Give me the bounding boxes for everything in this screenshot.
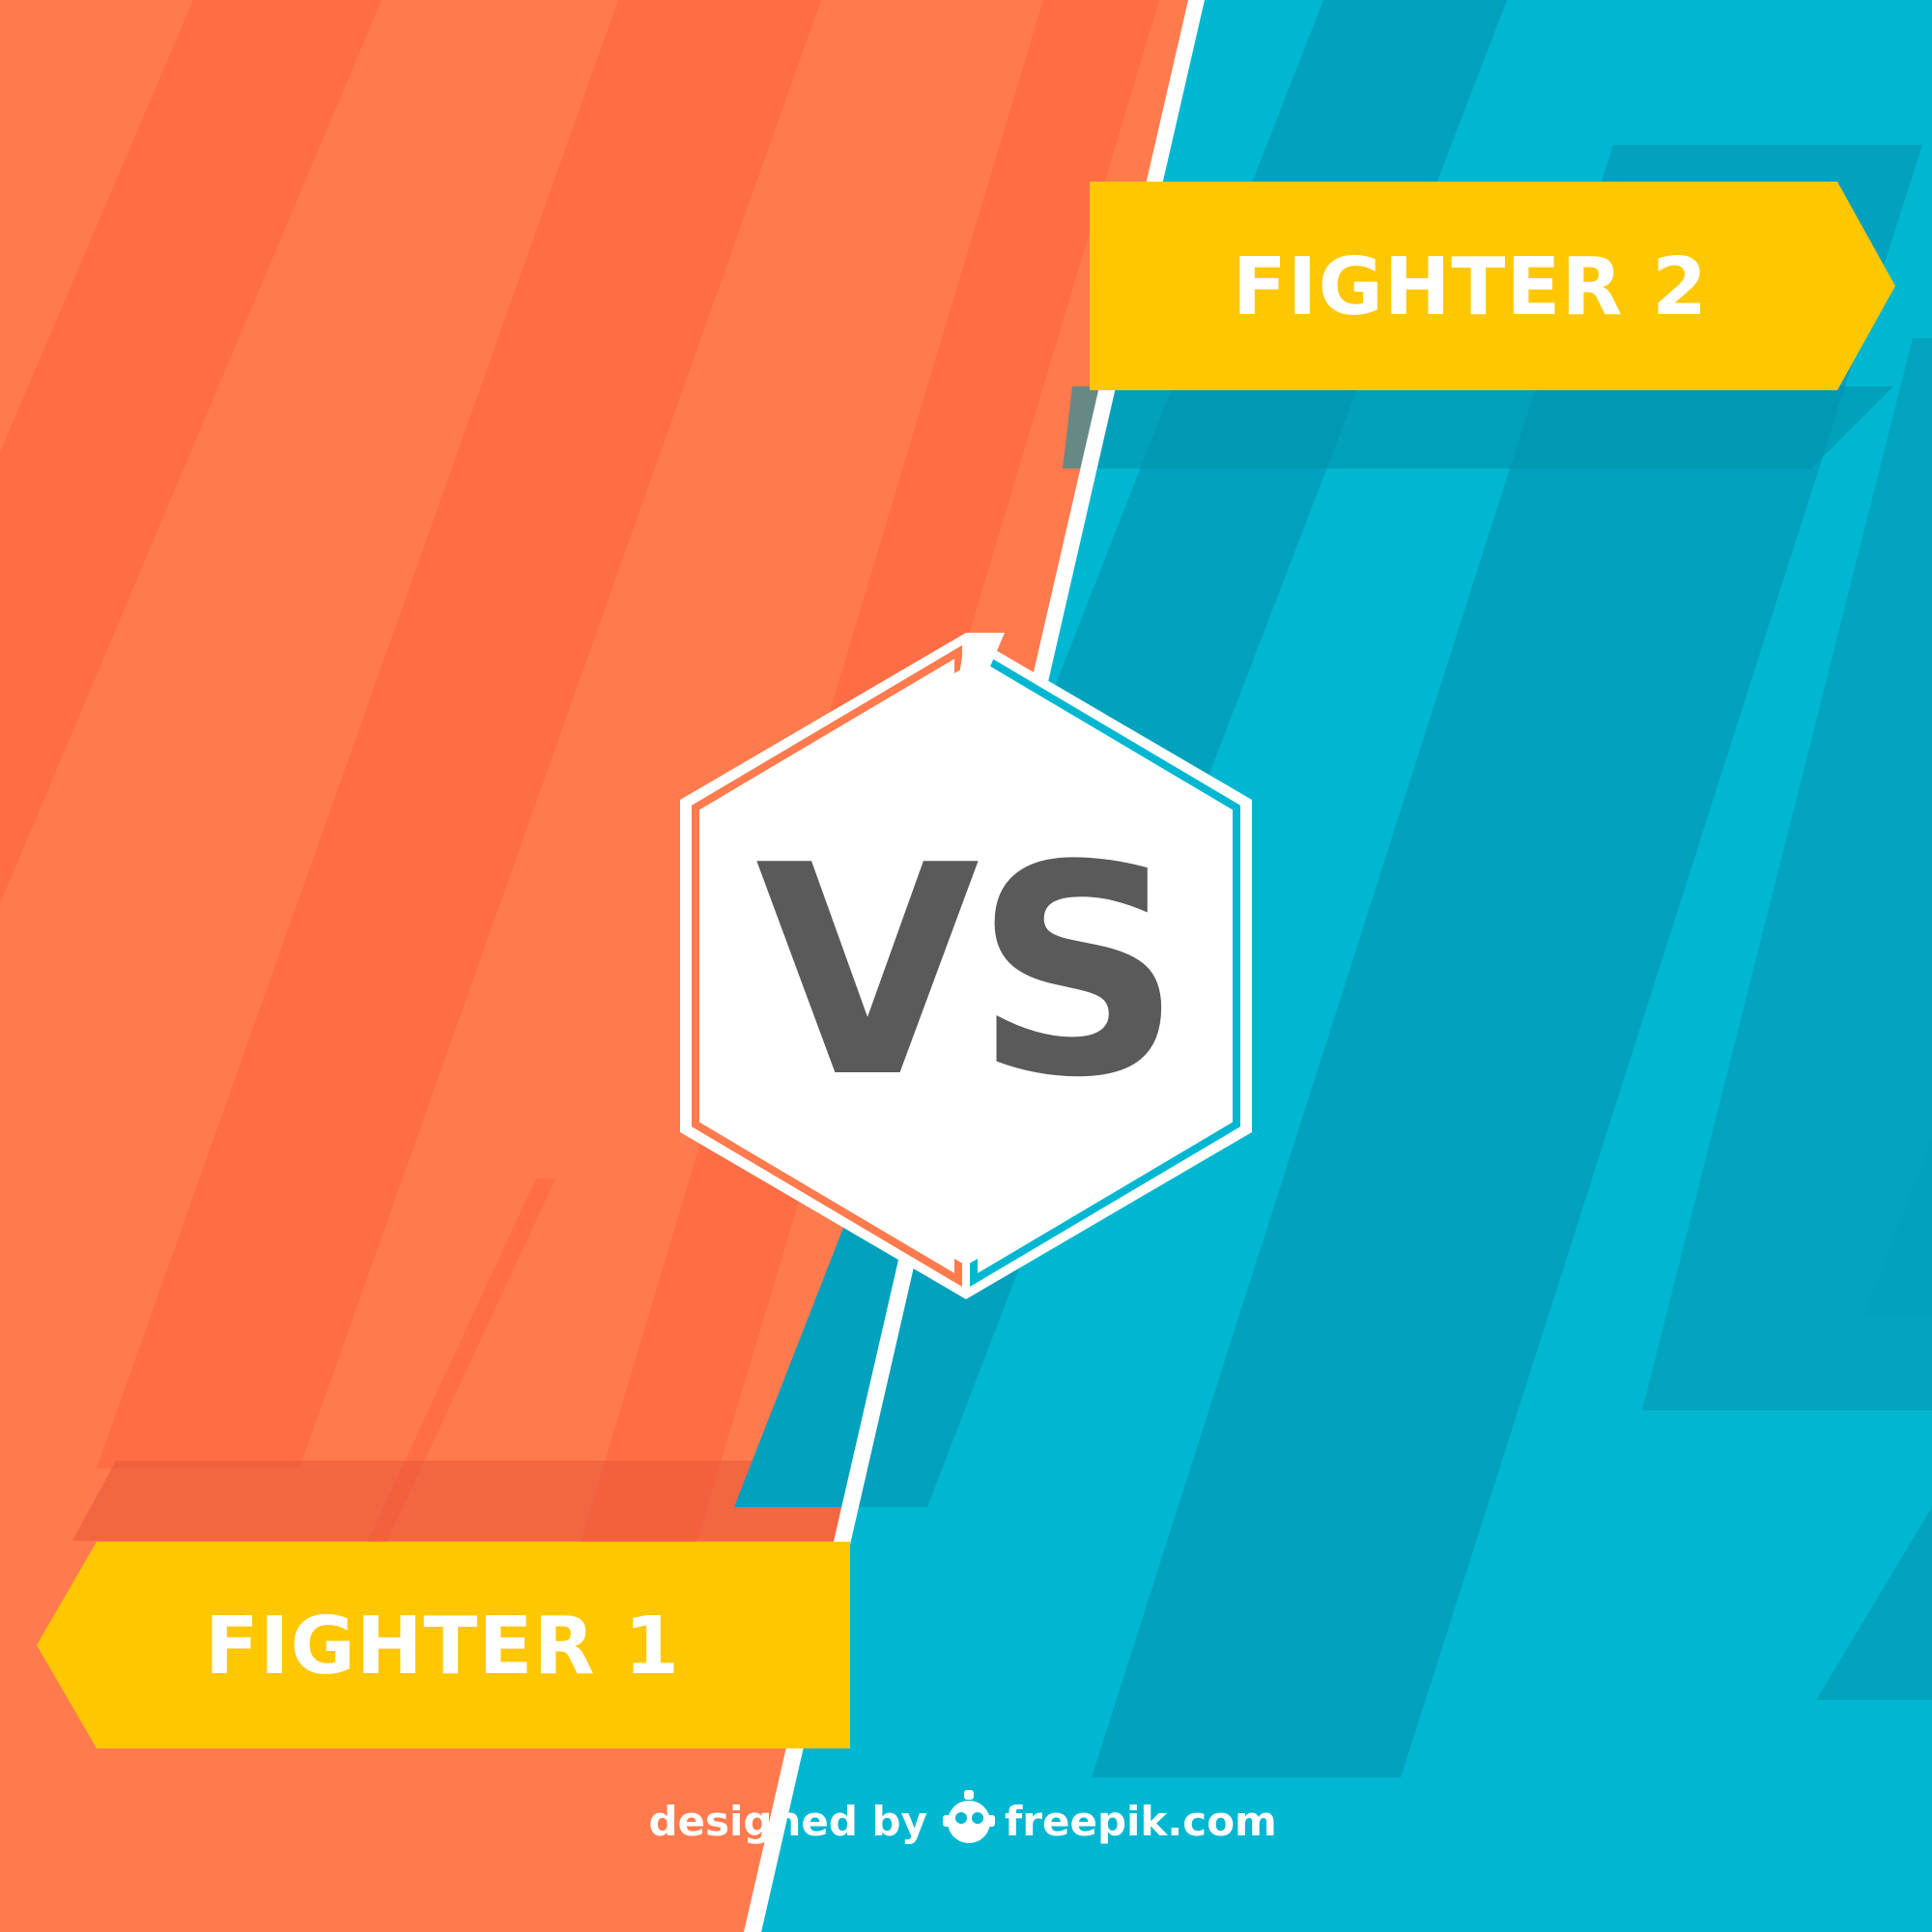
fighter2-banner-shadow — [1063, 386, 1893, 469]
fighter2-banner: FIGHTER 2 — [1090, 182, 1895, 390]
versus-scene: FIGHTER 2 FIGHTER 1 VS designed by freep… — [0, 0, 1932, 1932]
credit-prefix: designed by — [648, 1798, 927, 1845]
vs-label: VS — [755, 804, 1177, 1141]
fighter1-banner: FIGHTER 1 — [37, 1542, 850, 1748]
fighter2-label: FIGHTER 2 — [1233, 242, 1708, 333]
credit-brand: freepik.com — [1005, 1798, 1277, 1845]
fighter1-label: FIGHTER 1 — [205, 1601, 680, 1692]
versus-screen: FIGHTER 2 FIGHTER 1 VS designed by freep… — [0, 0, 1932, 1932]
